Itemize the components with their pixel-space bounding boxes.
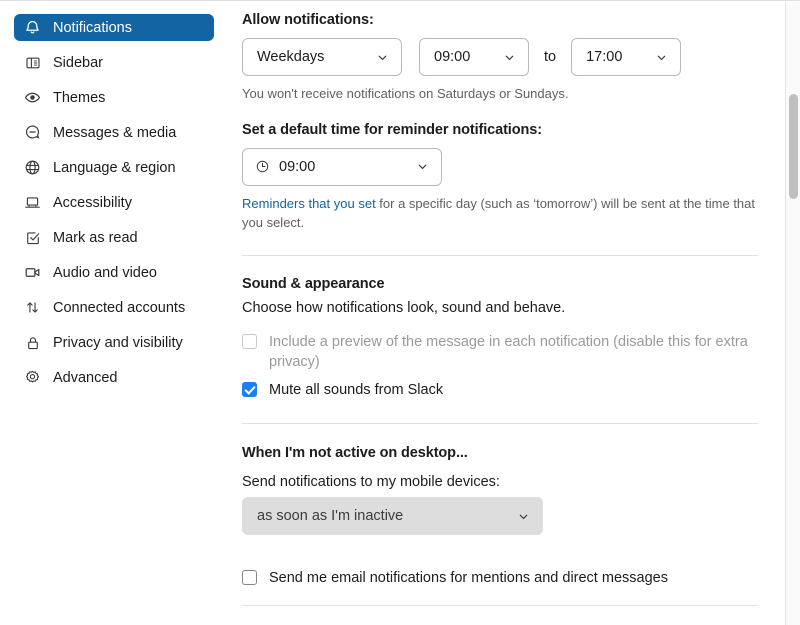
not-active-heading: When I'm not active on desktop... [242, 445, 468, 462]
chevron-down-icon [416, 160, 429, 173]
sidebar-item-language-region[interactable]: Language & region [14, 154, 214, 181]
sidebar-item-connected-accounts[interactable]: Connected accounts [14, 294, 214, 321]
sidebar-item-label: Connected accounts [53, 299, 186, 316]
sidebar-item-privacy-visibility[interactable]: Privacy and visibility [14, 329, 214, 356]
sidebar-item-label: Sidebar [53, 54, 103, 71]
notification-end-time-select[interactable]: 17:00 [571, 38, 682, 76]
sidebar-item-label: Accessibility [53, 194, 132, 211]
mobile-devices-label: Send notifications to my mobile devices: [242, 474, 500, 491]
allow-notifications-helper: You won't receive notifications on Satur… [242, 86, 569, 101]
sidebar-item-label: Notifications [53, 19, 132, 36]
globe-icon [24, 159, 41, 176]
sidebar-panel-icon [24, 54, 41, 71]
settings-content: Allow notifications: Weekdays 09:00 to 1… [228, 1, 800, 624]
notification-start-time-value: 09:00 [434, 49, 471, 65]
reminder-helper-text: Reminders that you set for a specific da… [242, 195, 758, 233]
section-divider-3 [242, 604, 758, 606]
sound-appearance-section: Sound & appearance Choose how notificati… [242, 276, 758, 401]
allow-notifications-section: Allow notifications: Weekdays 09:00 to 1… [242, 12, 758, 104]
chevron-down-icon [655, 51, 668, 64]
checkbox-check-icon [24, 229, 41, 246]
sidebar-item-mark-as-read[interactable]: Mark as read [14, 224, 214, 251]
reminder-time-section: Set a default time for reminder notifica… [242, 122, 758, 233]
sidebar-item-themes[interactable]: Themes [14, 84, 214, 111]
notification-end-time-value: 17:00 [586, 49, 623, 65]
sidebar-item-notifications[interactable]: Notifications [14, 14, 214, 41]
settings-window: Notifications Sidebar Themes Messages & … [0, 0, 800, 625]
sidebar-item-label: Mark as read [53, 229, 138, 246]
allow-notifications-label: Allow notifications: [242, 12, 374, 28]
bell-icon [24, 19, 41, 36]
sound-appearance-subtitle: Choose how notifications look, sound and… [242, 299, 566, 316]
preview-message-label: Include a preview of the message in each… [269, 333, 748, 371]
chevron-down-icon [503, 51, 516, 64]
reminder-time-label: Set a default time for reminder notifica… [242, 121, 542, 138]
mute-sounds-checkbox[interactable] [242, 381, 257, 397]
settings-sidebar: Notifications Sidebar Themes Messages & … [0, 1, 228, 624]
sidebar-item-sidebar[interactable]: Sidebar [14, 49, 214, 76]
email-notifications-checkbox[interactable] [242, 570, 257, 586]
laptop-icon [24, 194, 41, 211]
sidebar-item-advanced[interactable]: Advanced [14, 364, 214, 391]
video-camera-icon [24, 264, 41, 281]
not-active-section: When I'm not active on desktop... Send n… [242, 445, 758, 589]
mobile-notifications-value: as soon as I'm inactive [257, 508, 404, 525]
sidebar-item-label: Advanced [53, 369, 118, 386]
vertical-scrollbar-thumb[interactable] [789, 94, 798, 199]
sidebar-item-accessibility[interactable]: Accessibility [14, 189, 214, 216]
notification-days-value: Weekdays [257, 49, 325, 65]
time-range-separator: to [544, 49, 557, 65]
mute-sounds-checkbox-row[interactable]: Mute all sounds from Slack [242, 380, 758, 401]
mute-sounds-label: Mute all sounds from Slack [269, 381, 444, 398]
email-notifications-checkbox-row[interactable]: Send me email notifications for mentions… [242, 568, 758, 589]
section-divider-2 [242, 423, 758, 425]
chevron-down-icon [376, 51, 389, 64]
reminders-link[interactable]: Reminders that you set [242, 196, 376, 211]
preview-message-checkbox-row[interactable]: Include a preview of the message in each… [242, 332, 758, 373]
sidebar-item-label: Privacy and visibility [53, 334, 183, 351]
eye-icon [24, 89, 41, 106]
gear-icon [24, 369, 41, 386]
sidebar-item-label: Messages & media [53, 124, 177, 141]
sidebar-item-label: Language & region [53, 159, 176, 176]
sidebar-item-messages-media[interactable]: Messages & media [14, 119, 214, 146]
vertical-scrollbar-track[interactable] [785, 2, 800, 625]
lock-icon [24, 334, 41, 351]
sidebar-item-label: Themes [53, 89, 106, 106]
notification-start-time-select[interactable]: 09:00 [419, 38, 529, 76]
reminder-time-value: 09:00 [279, 158, 316, 175]
section-divider-1 [242, 254, 758, 256]
reminder-time-select[interactable]: 09:00 [242, 147, 442, 186]
sidebar-item-label: Audio and video [53, 264, 157, 281]
sound-appearance-heading: Sound & appearance [242, 275, 385, 292]
message-bubble-icon [24, 124, 41, 141]
arrows-up-down-icon [24, 299, 41, 316]
clock-icon [255, 159, 270, 174]
allow-notifications-controls: Weekdays 09:00 to 17:00 [242, 38, 758, 76]
sidebar-item-audio-video[interactable]: Audio and video [14, 259, 214, 286]
email-notifications-label: Send me email notifications for mentions… [269, 570, 668, 587]
chevron-down-icon [517, 510, 530, 523]
preview-message-checkbox[interactable] [242, 333, 257, 349]
mobile-notifications-select[interactable]: as soon as I'm inactive [242, 497, 543, 536]
notification-days-select[interactable]: Weekdays [242, 38, 402, 76]
